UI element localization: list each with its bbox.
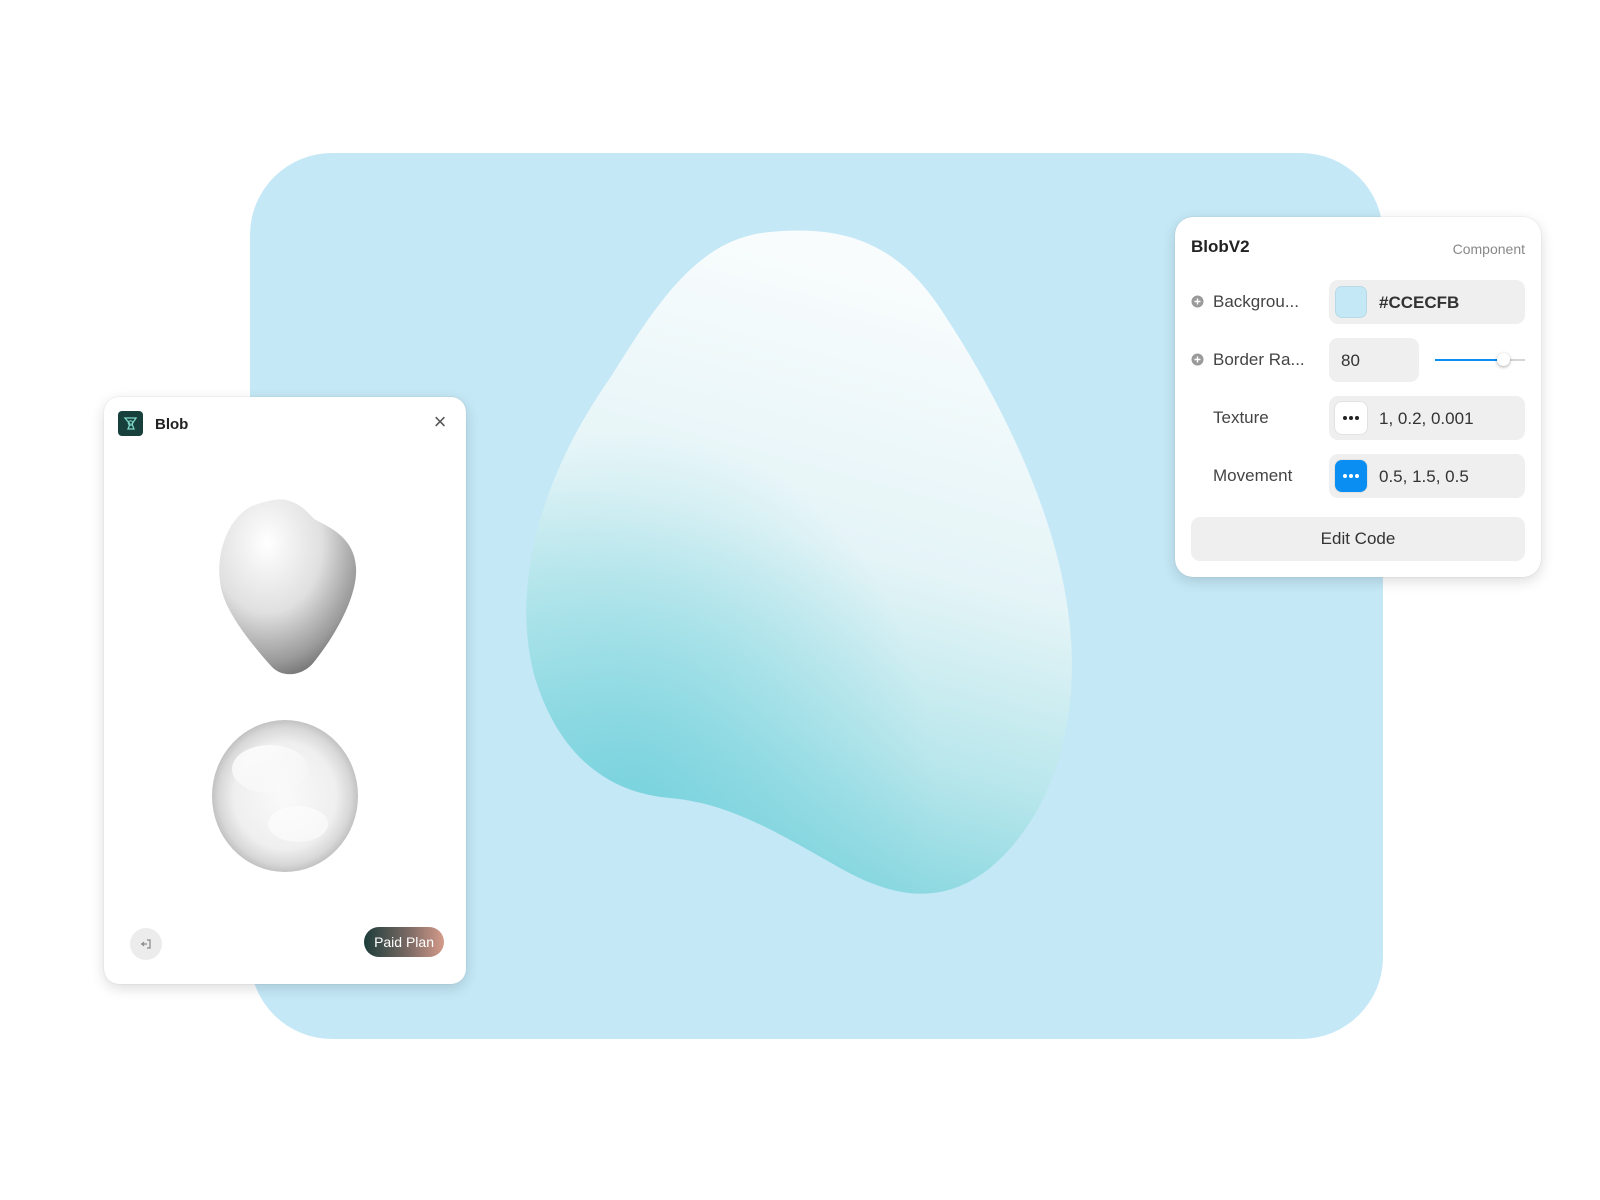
properties-panel: BlobV2 Component Backgrou... #CCECFB Bor… — [1175, 217, 1541, 577]
property-row-movement: Movement 0.5, 1.5, 0.5 — [1191, 454, 1525, 498]
property-row-texture: Texture 1, 0.2, 0.001 — [1191, 396, 1525, 440]
background-color-value: #CCECFB — [1379, 293, 1460, 312]
paid-plan-button[interactable]: Paid Plan — [364, 927, 444, 957]
property-label: Backgrou... — [1213, 292, 1299, 311]
background-color-field[interactable]: #CCECFB — [1329, 280, 1525, 324]
property-label: Movement — [1213, 466, 1293, 485]
border-radius-slider[interactable] — [1435, 338, 1525, 382]
blob-preset-thumbnail[interactable] — [214, 497, 364, 679]
plugin-title: Blob — [155, 416, 189, 433]
plugin-logo-icon — [118, 411, 143, 436]
sphere-preset-thumbnail[interactable] — [210, 719, 360, 874]
texture-field[interactable]: 1, 0.2, 0.001 — [1329, 396, 1525, 440]
movement-field[interactable]: 0.5, 1.5, 0.5 — [1329, 454, 1525, 498]
add-circle-icon[interactable] — [1191, 295, 1204, 308]
color-swatch[interactable] — [1335, 286, 1367, 318]
property-label: Texture — [1213, 408, 1269, 427]
logout-icon — [141, 939, 151, 949]
close-icon[interactable]: × — [428, 411, 452, 435]
border-radius-value: 80 — [1341, 351, 1360, 370]
texture-value: 1, 0.2, 0.001 — [1379, 409, 1474, 428]
plugin-header: Blob × — [118, 411, 452, 439]
component-name: BlobV2 — [1191, 237, 1250, 256]
property-row-background: Backgrou... #CCECFB — [1191, 280, 1525, 324]
ellipsis-icon — [1343, 416, 1359, 420]
edit-code-button[interactable]: Edit Code — [1191, 517, 1525, 561]
property-row-border-radius: Border Ra... 80 — [1191, 338, 1525, 382]
component-type-label: Component — [1452, 241, 1525, 257]
ellipsis-icon — [1343, 474, 1359, 478]
movement-value: 0.5, 1.5, 0.5 — [1379, 467, 1469, 486]
plugin-window: Blob × Paid Plan — [104, 397, 466, 984]
border-radius-input[interactable]: 80 — [1329, 338, 1419, 382]
more-options-button[interactable] — [1335, 460, 1367, 492]
main-blob[interactable] — [520, 228, 1100, 918]
add-circle-icon[interactable] — [1191, 353, 1204, 366]
exit-button[interactable] — [130, 928, 162, 960]
slider-thumb[interactable] — [1497, 353, 1510, 366]
more-options-button[interactable] — [1335, 402, 1367, 434]
property-label: Border Ra... — [1213, 350, 1305, 369]
slider-fill — [1435, 359, 1503, 361]
